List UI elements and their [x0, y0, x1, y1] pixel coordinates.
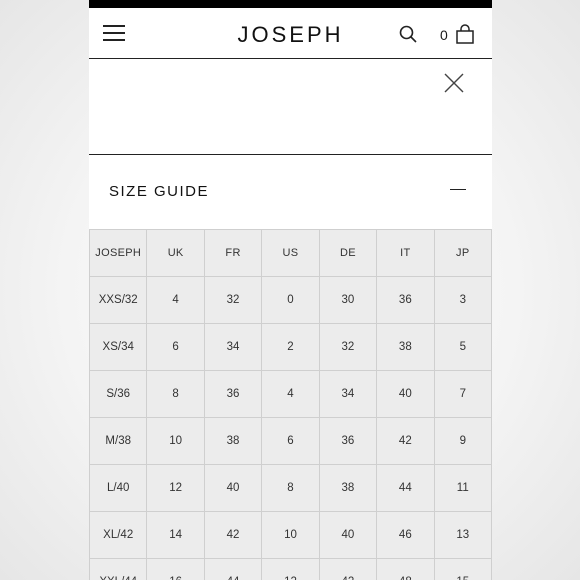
minus-icon[interactable] — [450, 189, 466, 190]
modal-top — [89, 59, 492, 155]
table-cell: 36 — [318, 417, 378, 465]
table-cell: 32 — [318, 323, 378, 371]
table-row: L/40 12 40 8 38 44 11 — [89, 464, 492, 512]
column-header: DE — [318, 229, 378, 277]
table-cell: 36 — [203, 370, 263, 418]
column-header: FR — [203, 229, 263, 277]
table-cell: 7 — [433, 370, 492, 418]
table-cell: L/40 — [89, 464, 148, 512]
search-icon[interactable] — [399, 25, 417, 43]
table-cell: 42 — [203, 511, 263, 559]
bag-count[interactable]: 0 — [440, 27, 448, 43]
mobile-page: JOSEPH 0 SIZE GUIDE JOSEPH UK FR US DE I… — [89, 0, 492, 580]
table-row: S/36 8 36 4 34 40 7 — [89, 370, 492, 418]
table-cell: 46 — [376, 511, 435, 559]
size-guide-title: SIZE GUIDE — [109, 183, 210, 200]
table-cell: 5 — [433, 323, 492, 371]
table-cell: 40 — [318, 511, 378, 559]
table-cell: 10 — [261, 511, 320, 559]
site-header: JOSEPH 0 — [89, 8, 492, 59]
table-cell: 42 — [318, 558, 378, 580]
table-cell: XS/34 — [89, 323, 148, 371]
table-cell: 48 — [376, 558, 435, 580]
table-cell: 38 — [318, 464, 378, 512]
table-cell: XXS/32 — [89, 276, 148, 324]
table-cell: 0 — [261, 276, 320, 324]
shopping-bag-icon[interactable] — [456, 24, 474, 44]
table-row: XL/42 14 42 10 40 46 13 — [89, 511, 492, 559]
table-cell: 38 — [203, 417, 263, 465]
table-cell: 14 — [146, 511, 205, 559]
table-row: M/38 10 38 6 36 42 9 — [89, 417, 492, 465]
column-header: IT — [376, 229, 435, 277]
size-table: JOSEPH UK FR US DE IT JP XXS/32 4 32 0 3… — [89, 229, 492, 580]
table-cell: 40 — [203, 464, 263, 512]
close-icon[interactable] — [444, 73, 464, 93]
table-cell: 4 — [146, 276, 205, 324]
status-bar — [89, 0, 492, 8]
table-row: XS/34 6 34 2 32 38 5 — [89, 323, 492, 371]
table-cell: 11 — [433, 464, 492, 512]
table-cell: 3 — [433, 276, 492, 324]
table-cell: 12 — [146, 464, 205, 512]
column-header: JP — [433, 229, 492, 277]
table-cell: 13 — [433, 511, 492, 559]
brand-logo[interactable]: JOSEPH — [89, 22, 492, 48]
column-header: US — [261, 229, 320, 277]
table-cell: 12 — [261, 558, 320, 580]
table-cell: 10 — [146, 417, 205, 465]
table-cell: 2 — [261, 323, 320, 371]
table-cell: 32 — [203, 276, 263, 324]
column-header: JOSEPH — [89, 229, 148, 277]
table-cell: 42 — [376, 417, 435, 465]
table-cell: XXL/44 — [89, 558, 148, 580]
table-cell: 36 — [376, 276, 435, 324]
table-cell: 6 — [146, 323, 205, 371]
table-cell: 44 — [376, 464, 435, 512]
table-cell: 6 — [261, 417, 320, 465]
table-cell: 44 — [203, 558, 263, 580]
table-cell: M/38 — [89, 417, 148, 465]
table-cell: 4 — [261, 370, 320, 418]
size-guide-header[interactable]: SIZE GUIDE — [89, 155, 492, 229]
table-cell: 8 — [261, 464, 320, 512]
table-cell: 34 — [318, 370, 378, 418]
table-cell: 38 — [376, 323, 435, 371]
table-cell: 9 — [433, 417, 492, 465]
table-cell: 40 — [376, 370, 435, 418]
table-cell: 30 — [318, 276, 378, 324]
table-cell: 8 — [146, 370, 205, 418]
table-cell: 34 — [203, 323, 263, 371]
table-cell: S/36 — [89, 370, 148, 418]
table-header-row: JOSEPH UK FR US DE IT JP — [89, 229, 492, 277]
table-cell: 16 — [146, 558, 205, 580]
column-header: UK — [146, 229, 205, 277]
table-row: XXS/32 4 32 0 30 36 3 — [89, 276, 492, 324]
table-cell: 15 — [433, 558, 492, 580]
table-cell: XL/42 — [89, 511, 148, 559]
table-row: XXL/44 16 44 12 42 48 15 — [89, 558, 492, 580]
